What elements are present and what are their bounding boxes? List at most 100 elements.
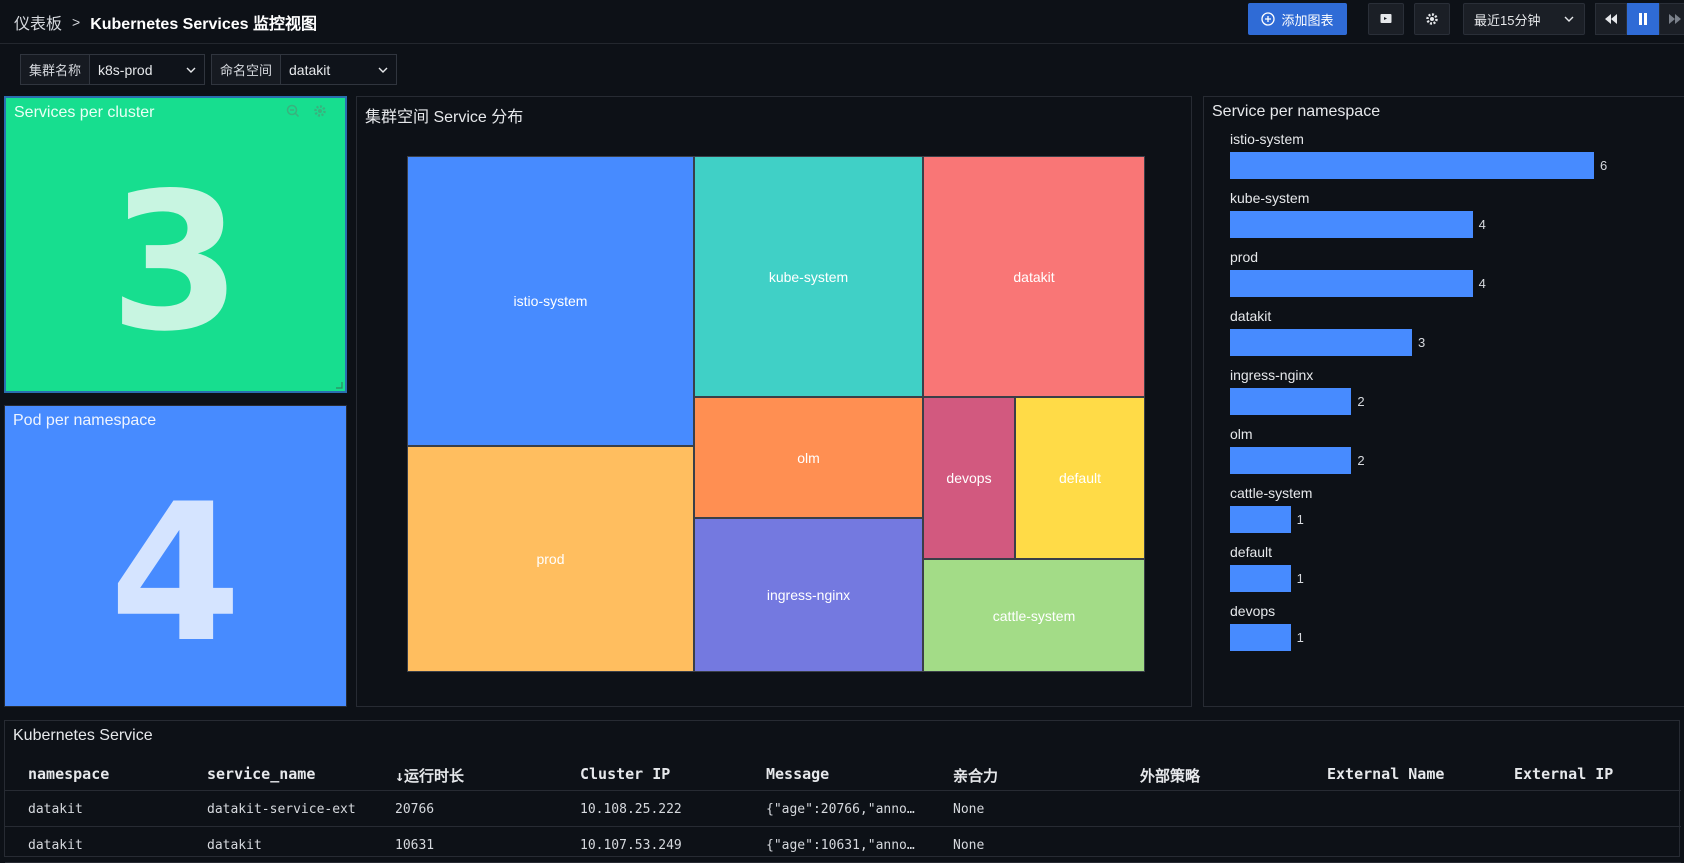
time-range-value: 最近15分钟 xyxy=(1474,12,1541,28)
bar-value: 1 xyxy=(1296,511,1304,527)
gear-icon[interactable] xyxy=(313,104,327,118)
treemap-cell-label: devops xyxy=(946,470,992,486)
column-header[interactable]: Cluster IP xyxy=(580,765,670,783)
bar-row[interactable]: cattle-system 1 xyxy=(1230,485,1650,533)
treemap-panel[interactable]: 集群空间 Service 分布 istio-system kube-system d… xyxy=(356,96,1192,707)
bar-row[interactable]: prod 4 xyxy=(1230,249,1650,297)
service-per-namespace-panel[interactable]: Service per namespace istio-system 6 kube-… xyxy=(1203,96,1684,707)
bar-row[interactable]: kube-system 4 xyxy=(1230,190,1650,238)
treemap-cell-prod[interactable]: prod xyxy=(407,446,694,672)
bar[interactable] xyxy=(1230,269,1473,297)
table-cell: 20766 xyxy=(395,802,435,817)
bar-value: 2 xyxy=(1357,452,1365,468)
bar-label: olm xyxy=(1230,426,1253,442)
bar-value: 6 xyxy=(1600,157,1608,173)
pod-per-namespace-stat: 4 xyxy=(5,446,346,701)
bar-label: istio-system xyxy=(1230,131,1304,147)
bar[interactable] xyxy=(1230,623,1291,651)
bar[interactable] xyxy=(1230,210,1473,238)
treemap-cell-olm[interactable]: olm xyxy=(694,397,923,518)
bar-value: 1 xyxy=(1296,570,1304,586)
pod-per-namespace-value: 4 xyxy=(109,462,242,684)
services-per-cluster-value: 3 xyxy=(109,152,242,373)
namespace-filter-value: datakit xyxy=(289,61,331,78)
bar[interactable] xyxy=(1230,505,1291,533)
cluster-filter[interactable]: 集群名称 k8s-prod xyxy=(20,54,205,85)
treemap-cell-label: prod xyxy=(536,551,565,567)
table-cell: None xyxy=(953,838,985,853)
bar-row[interactable]: default 1 xyxy=(1230,544,1650,592)
treemap-cell-ingress-nginx[interactable]: ingress-nginx xyxy=(694,518,923,672)
breadcrumb-root[interactable]: 仪表板 xyxy=(14,10,62,34)
column-header[interactable]: External IP xyxy=(1514,765,1613,783)
table-cell: {"age":20766,"anno… xyxy=(766,802,915,817)
pod-per-namespace-title: Pod per namespace xyxy=(13,412,157,429)
table-cell: datakit xyxy=(28,802,83,817)
bar[interactable] xyxy=(1230,387,1352,415)
kubernetes-service-table-panel: Kubernetes Service namespace service_name… xyxy=(4,720,1681,863)
pause-button[interactable] xyxy=(1627,3,1659,35)
bar-value: 2 xyxy=(1357,393,1365,409)
bar[interactable] xyxy=(1230,328,1412,356)
add-chart-button[interactable]: 添加图表 xyxy=(1248,3,1347,35)
bar-row[interactable]: devops 1 xyxy=(1230,603,1650,651)
services-per-cluster-panel[interactable]: Services per cluster 3 xyxy=(4,96,347,393)
pod-per-namespace-panel[interactable]: Pod per namespace 4 xyxy=(4,405,347,707)
fast-forward-button[interactable] xyxy=(1659,3,1684,35)
bar[interactable] xyxy=(1230,446,1352,474)
chevron-down-icon xyxy=(186,67,196,73)
table-cell: 10.107.53.249 xyxy=(580,838,682,853)
settings-button[interactable] xyxy=(1414,3,1450,35)
treemap-cell-devops[interactable]: devops xyxy=(923,397,1015,559)
bar-row[interactable]: istio-system 6 xyxy=(1230,131,1650,179)
column-header[interactable]: ↓运行时长 xyxy=(395,765,464,786)
chevron-down-icon xyxy=(378,67,388,73)
bar-label: devops xyxy=(1230,603,1276,619)
treemap-cell-label: cattle-system xyxy=(992,607,1076,624)
rewind-button[interactable] xyxy=(1595,3,1627,35)
column-header[interactable]: namespace xyxy=(28,765,109,783)
bar-label: kube-system xyxy=(1230,190,1310,206)
share-button[interactable] xyxy=(1368,3,1404,35)
treemap-title: 集群空间 Service 分布 xyxy=(365,109,524,126)
namespace-filter-label: 命名空间 xyxy=(212,55,282,84)
bar-label: default xyxy=(1230,544,1273,560)
treemap-cell-default[interactable]: default xyxy=(1015,397,1145,559)
treemap-cell-cattle-system[interactable]: cattle-system xyxy=(923,559,1145,672)
breadcrumb: 仪表板 > Kubernetes Services 监控视图 xyxy=(14,10,317,34)
table-row[interactable]: datakit datakit-service-ext 20766 10.108.25… xyxy=(5,792,1681,827)
column-header[interactable]: External Name xyxy=(1327,765,1444,783)
bar[interactable] xyxy=(1230,564,1291,592)
bar[interactable] xyxy=(1230,151,1594,179)
cluster-filter-select[interactable]: k8s-prod xyxy=(90,55,204,84)
namespace-filter[interactable]: 命名空间 datakit xyxy=(211,54,397,85)
bar-row[interactable]: datakit 3 xyxy=(1230,308,1650,356)
plus-circle-icon xyxy=(1261,12,1276,26)
page-title: Kubernetes Services 监控视图 xyxy=(90,16,317,33)
table-cell: datakit xyxy=(207,838,262,853)
treemap-cell-datakit[interactable]: datakit xyxy=(923,156,1145,397)
column-header[interactable]: Message xyxy=(766,765,829,783)
column-header[interactable]: 亲合力 xyxy=(953,765,998,786)
bar-row[interactable]: olm 2 xyxy=(1230,426,1650,474)
cluster-filter-label: 集群名称 xyxy=(21,55,91,84)
treemap-cell-istio-system[interactable]: istio-system xyxy=(407,156,694,446)
treemap-cell-label: ingress-nginx xyxy=(766,587,851,603)
table-cell: None xyxy=(953,802,985,817)
resize-handle-icon[interactable] xyxy=(336,382,343,389)
table-cell: 10631 xyxy=(395,838,435,853)
treemap-cell-kube-system[interactable]: kube-system xyxy=(694,156,923,397)
column-header[interactable]: 外部策略 xyxy=(1140,765,1200,786)
column-header[interactable]: service_name xyxy=(207,765,315,783)
time-range-select[interactable]: 最近15分钟 xyxy=(1463,3,1585,35)
bar-value: 4 xyxy=(1478,216,1486,232)
namespace-filter-select[interactable]: datakit xyxy=(281,55,396,84)
treemap-cell-label: kube-system xyxy=(768,268,849,285)
bar-row[interactable]: ingress-nginx 2 xyxy=(1230,367,1650,415)
rewind-icon xyxy=(1605,14,1617,24)
bar-value: 1 xyxy=(1296,629,1304,645)
zoom-out-icon[interactable] xyxy=(286,104,300,118)
treemap-cell-label: datakit xyxy=(1013,268,1055,285)
chevron-down-icon xyxy=(1564,16,1574,22)
table-row[interactable]: datakit datakit 10631 10.107.53.249 {"age":1… xyxy=(5,828,1681,863)
